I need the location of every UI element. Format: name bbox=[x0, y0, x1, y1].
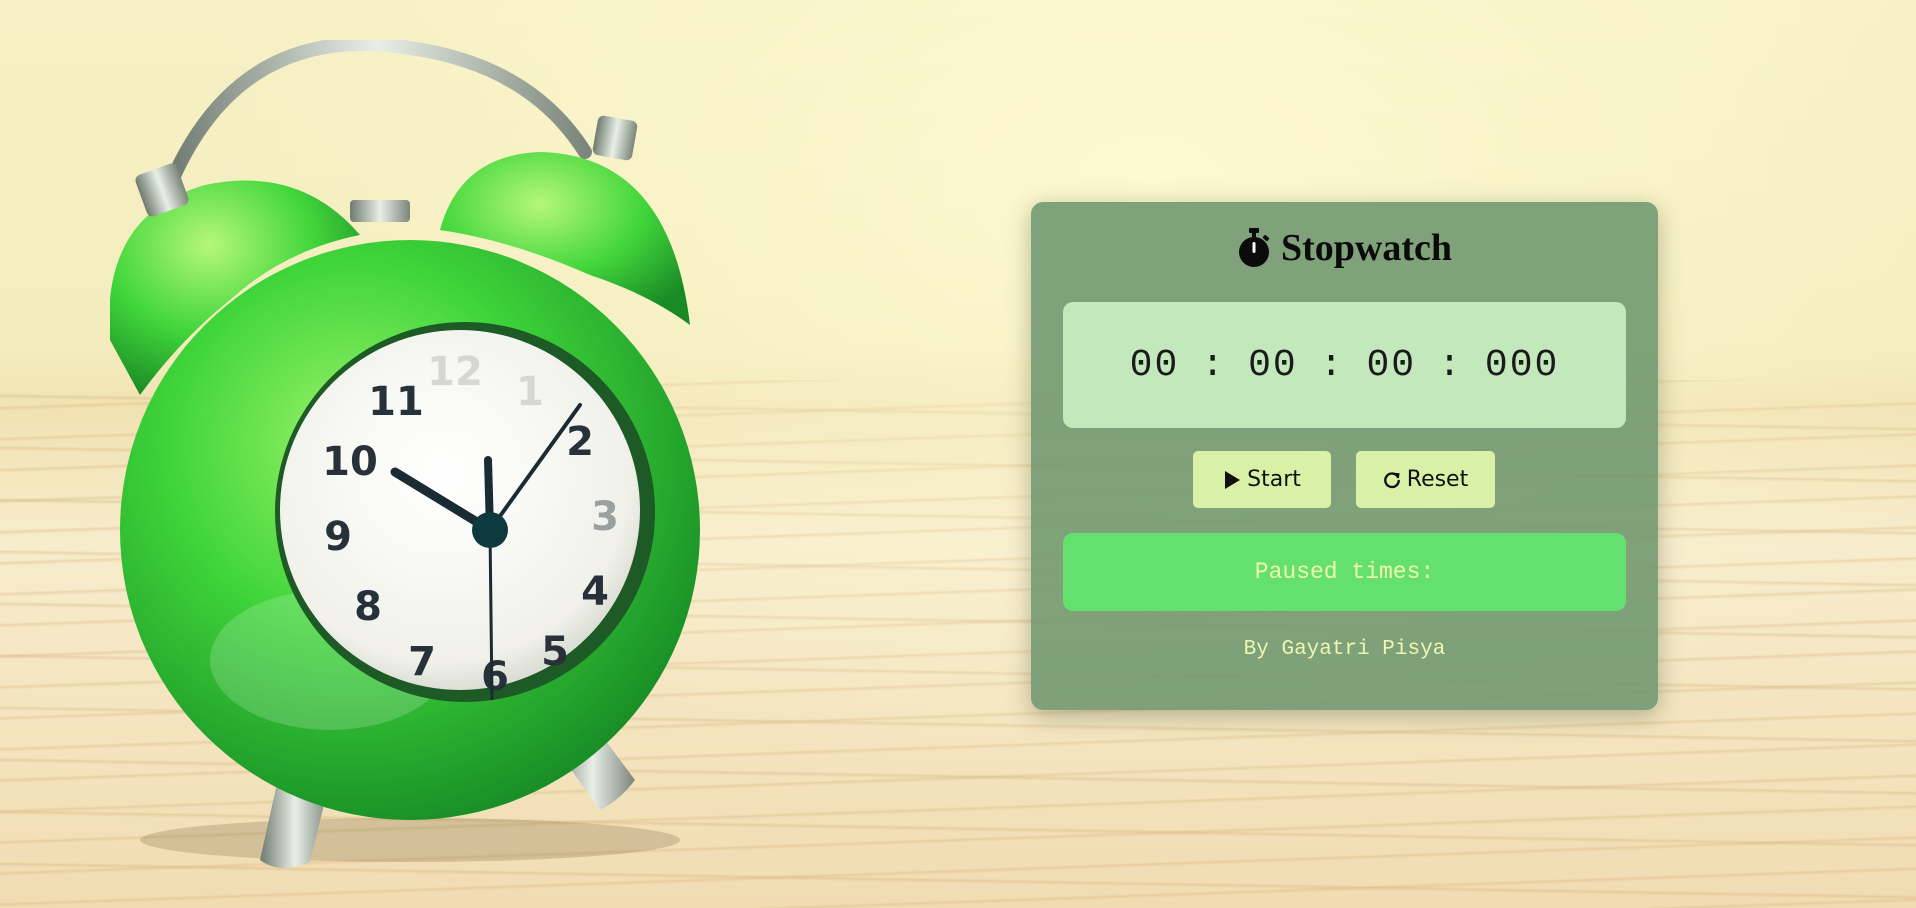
alarm-clock-illustration: 12 1 2 3 4 5 6 7 8 9 10 11 bbox=[110, 40, 700, 869]
page-title: Stopwatch bbox=[1031, 226, 1658, 270]
svg-text:4: 4 bbox=[581, 569, 609, 615]
reset-button-label: Reset bbox=[1406, 467, 1469, 492]
svg-text:9: 9 bbox=[324, 514, 352, 560]
svg-text:10: 10 bbox=[322, 439, 378, 485]
separator: : bbox=[1319, 343, 1345, 387]
svg-text:2: 2 bbox=[566, 419, 594, 465]
separator: : bbox=[1201, 343, 1227, 387]
svg-text:6: 6 bbox=[481, 654, 509, 700]
svg-text:8: 8 bbox=[354, 584, 382, 630]
hours-value: 00 bbox=[1129, 343, 1180, 387]
paused-times-panel: Paused times: bbox=[1063, 533, 1626, 611]
reset-button[interactable]: Reset bbox=[1356, 451, 1495, 508]
milliseconds-value: 000 bbox=[1484, 343, 1560, 387]
start-button[interactable]: Start bbox=[1193, 451, 1331, 508]
svg-text:7: 7 bbox=[408, 639, 436, 685]
minutes-value: 00 bbox=[1248, 343, 1298, 387]
stopwatch-card: Stopwatch 00 : 00 : 00 : 000 Start Reset… bbox=[1031, 202, 1658, 710]
separator: : bbox=[1438, 343, 1463, 387]
time-display: 00 : 00 : 00 : 000 bbox=[1063, 302, 1626, 428]
svg-text:3: 3 bbox=[591, 494, 619, 540]
svg-text:5: 5 bbox=[541, 629, 569, 675]
title-text: Stopwatch bbox=[1280, 227, 1453, 269]
play-icon bbox=[1225, 470, 1241, 489]
stopwatch-icon bbox=[1238, 228, 1270, 267]
svg-text:1: 1 bbox=[516, 369, 544, 415]
svg-text:11: 11 bbox=[368, 379, 424, 425]
paused-times-label: Paused times: bbox=[1254, 559, 1435, 585]
svg-text:12: 12 bbox=[427, 349, 483, 395]
author-credit: By Gayatri Pisya bbox=[1243, 638, 1446, 661]
reload-icon bbox=[1383, 471, 1400, 488]
seconds-value: 00 bbox=[1366, 343, 1417, 387]
start-button-label: Start bbox=[1247, 467, 1301, 492]
